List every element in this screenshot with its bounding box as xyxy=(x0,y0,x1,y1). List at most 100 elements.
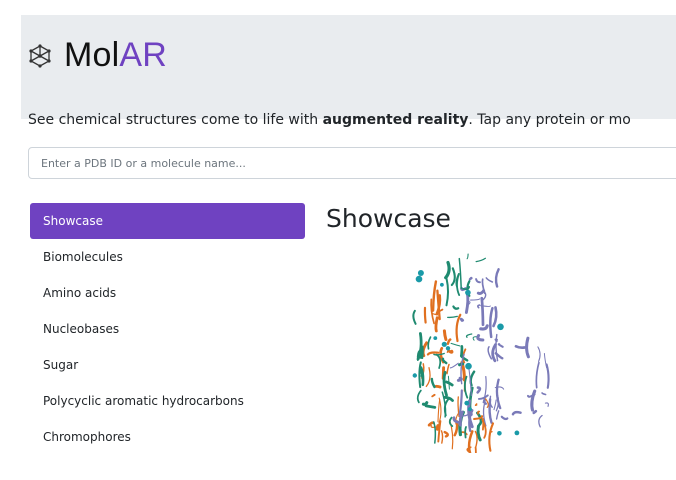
protein-ribbon xyxy=(500,415,509,421)
protein-ribbon xyxy=(494,338,498,342)
glycan-dot xyxy=(514,430,520,436)
protein-ribbon xyxy=(443,430,449,438)
protein-ribbon xyxy=(485,277,494,283)
glycan-dot xyxy=(412,373,417,378)
protein-ribbon xyxy=(492,306,498,328)
protein-ribbon xyxy=(532,409,538,415)
protein-structure-image[interactable] xyxy=(400,248,560,453)
sidebar-item-nucleobases[interactable]: Nucleobases xyxy=(30,311,305,347)
protein-ribbon xyxy=(433,352,445,356)
protein-ribbon xyxy=(475,257,486,263)
protein-ribbon xyxy=(476,386,482,394)
protein-ribbon xyxy=(424,404,437,409)
protein-ribbon xyxy=(448,416,454,427)
protein-ribbon xyxy=(476,424,482,442)
protein-ribbon xyxy=(470,298,481,301)
glycan-dot xyxy=(465,289,471,296)
app-title-part2: AR xyxy=(119,36,168,74)
protein-ribbon xyxy=(434,384,442,389)
protein-ribbon xyxy=(477,304,481,309)
protein-ribbon xyxy=(477,394,489,400)
protein-ribbon xyxy=(495,410,500,420)
protein-ribbon xyxy=(538,414,543,428)
protein-ribbon xyxy=(480,305,491,308)
protein-ribbon xyxy=(450,342,461,347)
sidebar-item-sugar[interactable]: Sugar xyxy=(30,347,305,383)
protein-ribbon xyxy=(419,356,424,359)
protein-ribbon xyxy=(487,346,493,360)
protein-ribbon xyxy=(432,421,437,444)
cube-network-icon xyxy=(29,43,51,68)
glycan-dot xyxy=(497,323,504,331)
protein-ribbon xyxy=(474,430,478,448)
glycan-dot xyxy=(415,275,423,283)
search-input[interactable] xyxy=(28,147,676,179)
protein-ribbon xyxy=(479,324,489,331)
protein-ribbon xyxy=(416,332,423,361)
sidebar-item-polycyclic-aromatic-hydrocarbons[interactable]: Polycyclic aromatic hydrocarbons xyxy=(30,383,305,419)
glycan-dot xyxy=(441,341,447,347)
protein-ribbon xyxy=(489,306,494,339)
page: MolAR See chemical structures come to li… xyxy=(0,0,676,480)
protein-ribbon xyxy=(464,426,467,439)
glycan-dot xyxy=(440,282,444,287)
sidebar-item-amino-acids[interactable]: Amino acids xyxy=(30,275,305,311)
protein-ribbon xyxy=(468,276,473,281)
protein-ribbon xyxy=(488,422,495,452)
sidebar-item-showcase[interactable]: Showcase xyxy=(30,203,305,239)
protein-ribbon xyxy=(476,289,486,295)
protein-ribbon xyxy=(442,329,448,341)
protein-ribbon xyxy=(435,424,441,431)
protein-ribbon xyxy=(530,389,537,412)
protein-ribbon xyxy=(469,370,476,387)
protein-ribbon xyxy=(447,349,454,354)
protein-ribbon xyxy=(444,260,451,280)
protein-ribbon xyxy=(440,430,444,444)
glycan-dot xyxy=(433,336,438,340)
glycan-dot xyxy=(465,362,472,370)
protein-ribbon xyxy=(452,305,460,310)
app-title: MolAR xyxy=(64,36,167,75)
protein-ribbon xyxy=(431,280,438,312)
protein-ribbon xyxy=(489,395,493,408)
protein-ribbon xyxy=(535,361,540,389)
tagline-emphasis: augmented reality xyxy=(322,112,469,128)
protein-ribbon xyxy=(474,403,478,407)
sidebar-item-chromophores[interactable]: Chromophores xyxy=(30,419,305,455)
glycan-dot xyxy=(417,270,424,276)
protein-ribbon xyxy=(437,398,441,423)
protein-ribbon xyxy=(445,380,454,387)
protein-ribbon xyxy=(464,291,470,314)
protein-ribbon xyxy=(442,370,448,397)
protein-ribbon xyxy=(449,362,459,369)
protein-ribbon xyxy=(459,317,465,322)
protein-ribbon xyxy=(493,399,497,411)
tagline-suffix: . Tap any protein or mo xyxy=(468,112,631,128)
protein-ribbon xyxy=(467,430,474,453)
glycan-dot xyxy=(445,346,451,351)
protein-ribbon xyxy=(494,268,500,288)
protein-ribbon xyxy=(465,333,473,338)
protein-ribbon xyxy=(463,375,469,399)
protein-ribbon xyxy=(447,315,458,319)
sidebar-item-biomolecules[interactable]: Biomolecules xyxy=(30,239,305,275)
protein-ribbon xyxy=(430,377,436,389)
brand[interactable]: MolAR xyxy=(28,36,167,75)
protein-ribbon xyxy=(472,336,478,341)
protein-ribbon xyxy=(455,313,462,343)
protein-ribbon xyxy=(525,336,530,359)
tagline: See chemical structures come to life wit… xyxy=(28,112,631,128)
protein-ribbon xyxy=(537,346,541,363)
protein-ribbon xyxy=(435,353,442,369)
protein-ribbon xyxy=(495,333,499,362)
protein-ribbon xyxy=(476,334,485,342)
protein-ribbon xyxy=(544,402,549,407)
glycan-dot xyxy=(467,407,472,412)
protein-ribbon xyxy=(450,267,456,287)
glycan-dot xyxy=(497,431,502,436)
protein-ribbon xyxy=(497,343,504,348)
glycan-dot xyxy=(464,400,470,406)
protein-ribbon xyxy=(421,401,429,406)
protein-ribbon xyxy=(431,393,436,398)
tagline-prefix: See chemical structures come to life wit… xyxy=(28,112,323,128)
